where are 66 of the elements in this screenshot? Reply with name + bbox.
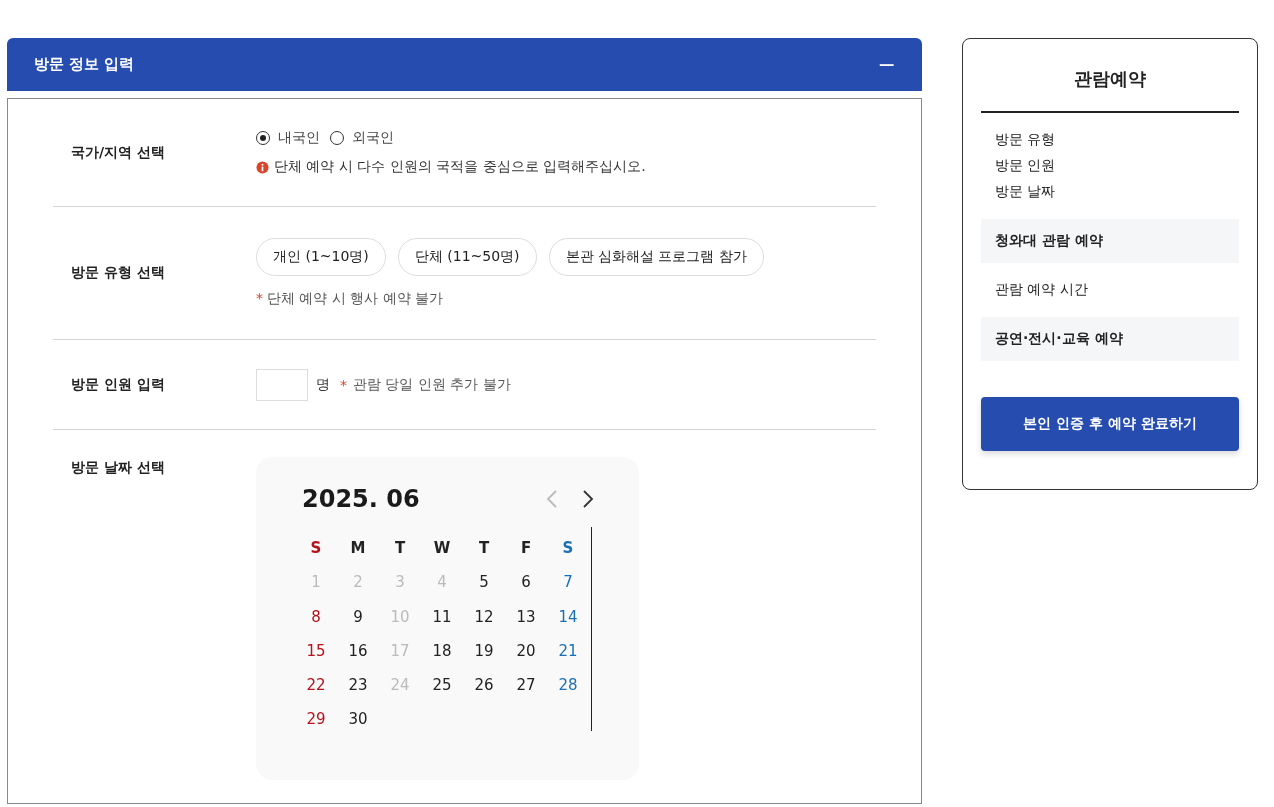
note-text: 관람 당일 인원 추가 불가 bbox=[353, 375, 511, 394]
calendar-day[interactable]: 13 bbox=[505, 599, 547, 634]
calendar-day[interactable]: 20 bbox=[505, 633, 547, 669]
calendar-day[interactable]: 28 bbox=[547, 668, 589, 703]
calendar-day[interactable]: 6 bbox=[505, 565, 547, 600]
calendar-day[interactable]: 5 bbox=[463, 565, 505, 600]
required-mark: * bbox=[340, 376, 347, 393]
radio-option[interactable]: 외국인 bbox=[330, 129, 394, 147]
visit-type-button[interactable]: 개인 (1~10명) bbox=[256, 238, 386, 276]
summary-item: 방문 인원 bbox=[994, 156, 1057, 175]
calendar-day[interactable]: 22 bbox=[295, 668, 337, 703]
summary-item: 관람 예약 시간 bbox=[994, 280, 1089, 299]
weekday-label: S bbox=[309, 538, 323, 559]
unit-label: 명 bbox=[316, 375, 330, 394]
calendar-day[interactable]: 21 bbox=[547, 633, 589, 669]
weekday-label: T bbox=[393, 538, 407, 559]
calendar-day[interactable]: 27 bbox=[505, 668, 547, 703]
visit-type-button[interactable]: 본관 심화해설 프로그램 참가 bbox=[548, 238, 764, 276]
summary-item: 방문 날짜 bbox=[994, 182, 1057, 201]
summary-item: 공연·전시·교육 예약 bbox=[981, 317, 1239, 361]
summary-title: 관람예약 bbox=[981, 39, 1239, 113]
calendar-month: 2025. 06 bbox=[302, 485, 420, 513]
calendar-day[interactable]: 30 bbox=[337, 702, 379, 737]
calendar-day: 10 bbox=[379, 599, 421, 634]
required-mark: * bbox=[256, 290, 263, 308]
calendar-day[interactable]: 29 bbox=[295, 702, 337, 737]
calendar-day: 17 bbox=[379, 633, 421, 669]
calendar-day[interactable]: 12 bbox=[463, 599, 505, 634]
calendar-day: 2 bbox=[337, 565, 379, 600]
visit-type-button[interactable]: 단체 (11~50명) bbox=[397, 238, 537, 276]
field-label: 방문 날짜 선택 bbox=[71, 458, 166, 477]
calendar-day[interactable]: 18 bbox=[421, 633, 463, 669]
notice-text: 단체 예약 시 다수 인원의 국적을 중심으로 입력해주십시오. bbox=[274, 158, 646, 176]
collapse-button[interactable]: − bbox=[873, 53, 900, 76]
calendar-day[interactable]: 7 bbox=[547, 565, 589, 600]
calendar-day[interactable]: 26 bbox=[463, 668, 505, 703]
weekday-label: W bbox=[432, 538, 452, 559]
calendar-day: 24 bbox=[379, 668, 421, 703]
weekday-label: T bbox=[477, 538, 491, 559]
calendar-day[interactable]: 14 bbox=[547, 599, 589, 634]
visitor-count-field[interactable] bbox=[256, 368, 308, 401]
field-label: 방문 유형 선택 bbox=[71, 264, 166, 282]
calendar-day[interactable]: 11 bbox=[421, 599, 463, 634]
field-label: 방문 인원 입력 bbox=[71, 375, 166, 394]
calendar-day: 3 bbox=[379, 565, 421, 600]
submit-button[interactable]: 본인 인증 후 예약 완료하기 bbox=[981, 397, 1239, 451]
summary-item: 청와대 관람 예약 bbox=[981, 219, 1239, 263]
summary-item: 방문 유형 bbox=[994, 130, 1057, 149]
field-label: 국가/지역 선택 bbox=[71, 143, 166, 162]
calendar-day[interactable]: 25 bbox=[421, 668, 463, 703]
calendar-day[interactable]: 19 bbox=[463, 633, 505, 669]
calendar-day[interactable]: 23 bbox=[337, 668, 379, 703]
weekday-label: M bbox=[349, 538, 367, 559]
calendar-day[interactable]: 15 bbox=[295, 633, 337, 669]
panel-title: 방문 정보 입력 bbox=[34, 55, 135, 74]
calendar-day: 4 bbox=[421, 565, 463, 600]
calendar-day[interactable]: 16 bbox=[337, 633, 379, 669]
weekday-label: S bbox=[561, 538, 575, 559]
weekday-label: F bbox=[519, 538, 533, 559]
calendar-day: 1 bbox=[295, 565, 337, 600]
next-month-icon[interactable] bbox=[582, 489, 594, 509]
note-text: 단체 예약 시 행사 예약 불가 bbox=[267, 290, 444, 308]
info-icon bbox=[256, 160, 269, 174]
calendar-day[interactable]: 8 bbox=[295, 599, 337, 634]
radio-option[interactable]: 내국인 bbox=[256, 129, 320, 147]
calendar-day[interactable]: 9 bbox=[337, 599, 379, 634]
